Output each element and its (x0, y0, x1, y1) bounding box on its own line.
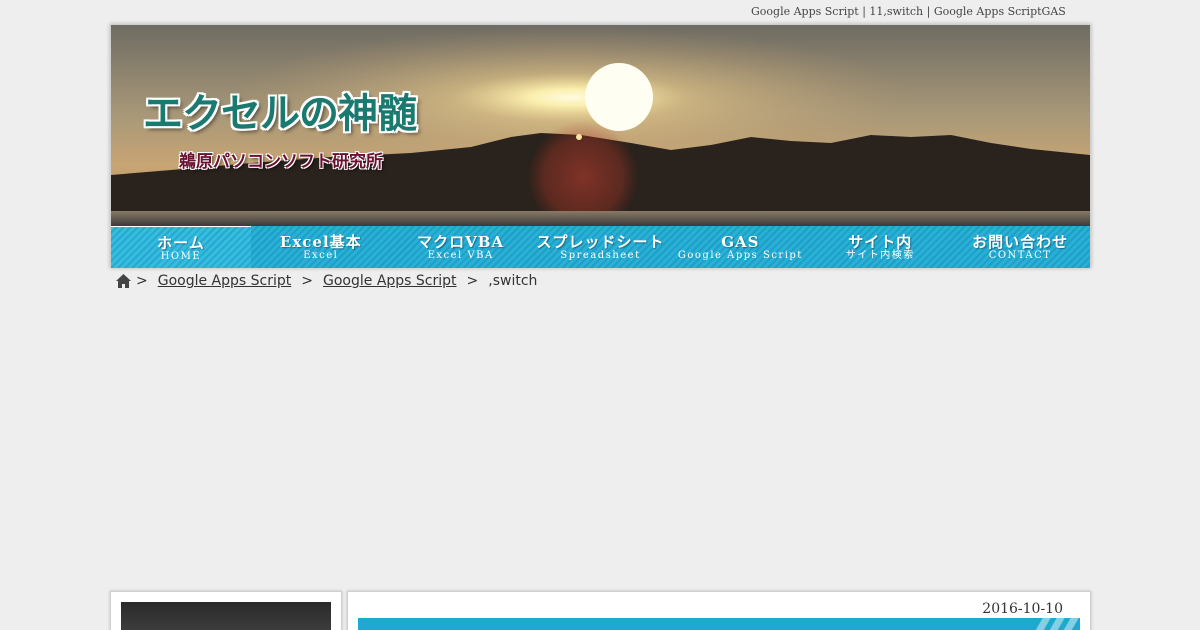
breadcrumb-separator: > (301, 273, 313, 289)
nav-label: GAS (721, 233, 760, 251)
nav-sublabel: CONTACT (988, 250, 1052, 261)
nav-item-home[interactable]: ホーム HOME (111, 226, 251, 268)
nav-sublabel: HOME (160, 251, 202, 262)
nav-item-site-search[interactable]: サイト内 サイト内検索 (810, 226, 950, 268)
site-subtitle: 鵜原パソコンソフト研究所 (179, 152, 383, 172)
post-title-bar (358, 618, 1080, 630)
nav-label: ホーム (157, 234, 205, 252)
nav-item-spreadsheet[interactable]: スプレッドシート Spreadsheet (531, 226, 671, 268)
breadcrumb-link-gas[interactable]: Google Apps Script (158, 273, 292, 289)
breadcrumb-separator: > (136, 273, 148, 289)
nav-sublabel: Excel VBA (427, 250, 494, 261)
home-icon[interactable] (115, 273, 132, 289)
nav-item-vba[interactable]: マクロVBA Excel VBA (391, 226, 531, 268)
nav-label: Excel基本 (279, 233, 362, 251)
main-content: 2016-10-10 (347, 591, 1091, 630)
nav-sublabel: Excel (303, 250, 339, 261)
nav-sublabel: サイト内検索 (845, 250, 915, 261)
decorative-stripe (1025, 618, 1051, 630)
nav-sublabel: Spreadsheet (560, 250, 641, 261)
breadcrumb: > Google Apps Script > Google Apps Scrip… (115, 273, 537, 289)
main-nav: ホーム HOME Excel基本 Excel マクロVBA Excel VBA … (111, 226, 1090, 268)
sidebar (110, 591, 342, 630)
header-banner[interactable]: エクセルの神髄 鵜原パソコンソフト研究所 (111, 25, 1090, 226)
sidebar-image[interactable] (121, 602, 331, 630)
site-header: エクセルの神髄 鵜原パソコンソフト研究所 ホーム HOME Excel基本 Ex… (110, 24, 1091, 268)
page-description: Google Apps Script | 11,switch | Google … (751, 5, 1066, 18)
nav-item-gas[interactable]: GAS Google Apps Script (670, 226, 810, 268)
nav-sublabel: Google Apps Script (677, 250, 803, 261)
breadcrumb-current: ,switch (488, 273, 538, 289)
nav-label: お問い合わせ (972, 233, 1069, 251)
breadcrumb-link-gas-category[interactable]: Google Apps Script (323, 273, 457, 289)
nav-label: マクロVBA (417, 233, 505, 251)
site-title[interactable]: エクセルの神髄 (143, 81, 417, 139)
nav-item-excel[interactable]: Excel基本 Excel (251, 226, 391, 268)
nav-label: スプレッドシート (536, 233, 665, 251)
nav-item-contact[interactable]: お問い合わせ CONTACT (950, 226, 1090, 268)
breadcrumb-separator: > (466, 273, 479, 289)
nav-label: サイト内 (848, 233, 913, 251)
post-date: 2016-10-10 (982, 601, 1063, 617)
